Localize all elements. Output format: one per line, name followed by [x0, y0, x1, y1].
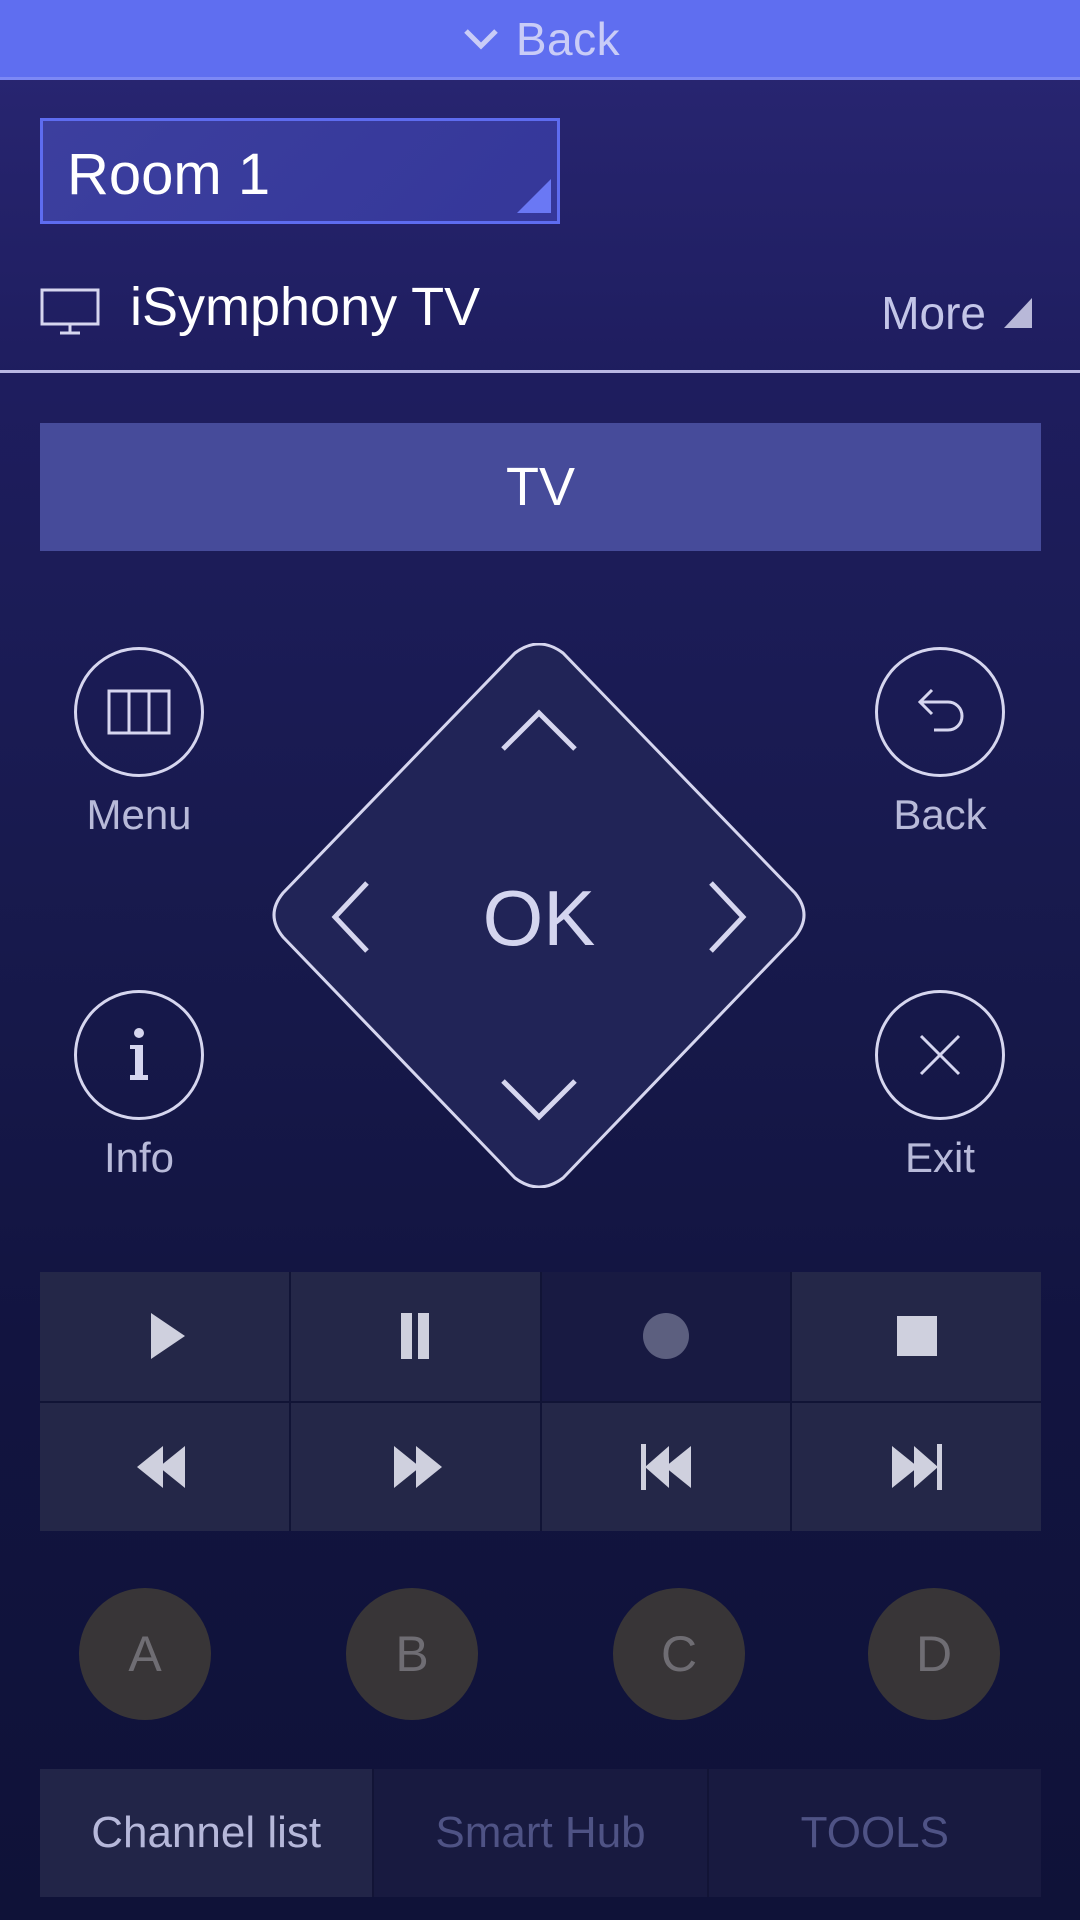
color-button-a-label: A — [128, 1626, 162, 1682]
skip-next-icon — [891, 1443, 942, 1490]
skip-next-button[interactable] — [792, 1402, 1041, 1531]
back-label: Back — [893, 791, 987, 838]
menu-grid-icon — [107, 689, 171, 735]
dpad-left-button[interactable] — [295, 838, 415, 993]
tab-tools[interactable]: TOOLS — [708, 1769, 1041, 1897]
color-button-c-label: C — [660, 1626, 698, 1682]
dpad-right-button[interactable] — [663, 838, 783, 993]
color-button-b-label: B — [395, 1626, 429, 1682]
header-divider — [0, 370, 1080, 373]
rewind-icon — [137, 1445, 186, 1488]
room-selector-value: Room 1 — [67, 142, 271, 207]
exit-label: Exit — [904, 1134, 975, 1181]
more-label: More — [881, 287, 986, 339]
pause-icon — [401, 1313, 430, 1360]
tab-channel-list-label: Channel list — [91, 1808, 322, 1857]
device-name: iSymphony TV — [130, 277, 481, 337]
more-button[interactable]: More — [881, 286, 1032, 340]
return-arrow-icon — [917, 688, 964, 732]
info-label: Info — [103, 1134, 175, 1181]
chevron-down-icon — [464, 28, 498, 50]
top-back-label: Back — [515, 12, 621, 65]
bottom-tabs: Channel list Smart Hub TOOLS — [40, 1769, 1041, 1897]
dropdown-corner-icon — [517, 179, 551, 213]
exit-button[interactable]: Exit — [875, 990, 1005, 1182]
color-button-d-label: D — [915, 1626, 953, 1682]
record-icon — [642, 1313, 689, 1360]
color-button-a[interactable]: A — [79, 1588, 211, 1720]
dpad-up-button[interactable] — [459, 673, 619, 793]
device-row: iSymphony TV More — [0, 268, 1080, 368]
fast-forward-button[interactable] — [290, 1402, 540, 1531]
menu-button[interactable]: Menu — [74, 647, 204, 839]
close-icon — [919, 1034, 961, 1076]
tab-smart-hub-label: Smart Hub — [435, 1808, 646, 1857]
record-button[interactable] — [541, 1272, 791, 1401]
color-button-b[interactable]: B — [346, 1588, 478, 1720]
stop-icon — [896, 1316, 937, 1357]
info-button[interactable]: Info — [74, 990, 204, 1182]
play-button[interactable] — [40, 1272, 289, 1401]
menu-label: Menu — [86, 791, 192, 838]
skip-previous-button[interactable] — [541, 1402, 791, 1531]
rewind-button[interactable] — [40, 1402, 289, 1531]
room-selector-dropdown[interactable]: Room 1 — [40, 118, 560, 224]
triangle-corner-icon — [1004, 298, 1032, 328]
tv-monitor-icon — [40, 288, 100, 335]
top-back-bar[interactable]: Back — [0, 0, 1080, 80]
media-controls — [40, 1272, 1041, 1531]
color-button-d[interactable]: D — [868, 1588, 1000, 1720]
stop-button[interactable] — [792, 1272, 1041, 1401]
dpad-down-button[interactable] — [459, 1038, 619, 1158]
tab-smart-hub[interactable]: Smart Hub — [374, 1769, 707, 1897]
pause-button[interactable] — [290, 1272, 540, 1401]
info-icon — [130, 1028, 148, 1080]
color-button-c[interactable]: C — [613, 1588, 745, 1720]
skip-previous-icon — [640, 1443, 691, 1490]
source-label: TV — [505, 457, 575, 517]
tab-tools-label: TOOLS — [800, 1808, 949, 1857]
play-icon — [151, 1313, 186, 1360]
back-button[interactable]: Back — [875, 647, 1005, 839]
dpad-ok-button[interactable]: OK — [469, 873, 609, 964]
fast-forward-icon — [394, 1445, 443, 1488]
tab-channel-list[interactable]: Channel list — [40, 1769, 373, 1897]
source-tv-button[interactable]: TV — [40, 423, 1041, 551]
dpad: OK — [265, 643, 813, 1188]
